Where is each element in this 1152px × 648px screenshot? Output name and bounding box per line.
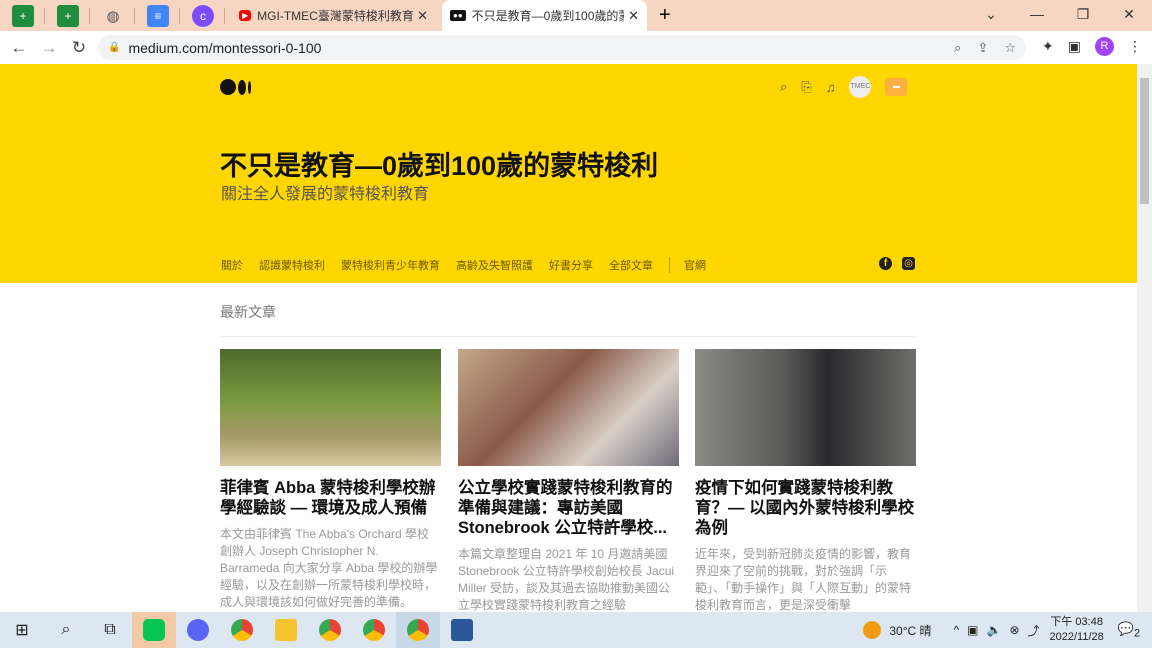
nav-website[interactable]: 官網 <box>684 257 706 273</box>
url-input[interactable]: 🔒 medium.com/montessori-0-100 ⌕ ⇪ ☆ <box>98 35 1026 60</box>
nav-about[interactable]: 關於 <box>221 257 243 273</box>
clock[interactable]: 下午 03:48 2022/11/28 <box>1050 615 1104 645</box>
share-icon[interactable]: ⇪ <box>977 40 988 56</box>
restore-button[interactable]: ❐ <box>1060 0 1106 31</box>
globe-tab-icon[interactable]: ◍ <box>102 5 124 27</box>
lock-icon: 🔒 <box>108 42 121 53</box>
canva-tab-icon[interactable]: c <box>192 4 214 27</box>
facebook-icon[interactable]: f <box>879 257 892 270</box>
extensions-icon[interactable]: ✦ <box>1042 38 1054 55</box>
notification-center-icon[interactable]: 💬2 <box>1118 621 1140 640</box>
nav-youth[interactable]: 蒙特梭利青少年教育 <box>341 257 440 273</box>
tab-bar: + + ◍ ≡ c ▶MGI-TMEC臺灣蒙特梭利教育基金會✕ ●●不只是教育—… <box>0 0 1152 31</box>
taskbar: ⊞ ⌕ ⧉ 30°C 晴 ^ ▣ 🔈 ⊗ ⤴ 下午 03:48 2022/11/2… <box>0 612 1152 648</box>
task-view-button[interactable]: ⧉ <box>88 612 132 648</box>
page-title: 不只是教育—0歲到100歲的蒙特梭利 <box>220 151 659 181</box>
input-method-icon[interactable]: ⤴ <box>1028 622 1040 639</box>
close-window-button[interactable]: ✕ <box>1106 0 1152 31</box>
zoom-icon[interactable]: ⌕ <box>954 40 961 56</box>
search-icon[interactable]: ⌕ <box>780 79 787 95</box>
minimize-button[interactable]: — <box>1014 0 1060 31</box>
weather-text[interactable]: 30°C 晴 <box>889 622 931 639</box>
article-title[interactable]: 疫情下如何實踐蒙特梭利教育？— 以國內外蒙特梭利學校為例 <box>695 478 916 538</box>
article-image[interactable] <box>458 349 679 466</box>
address-bar-row: ← → ↻ 🔒 medium.com/montessori-0-100 ⌕ ⇪ ☆ ✦… <box>0 31 1152 64</box>
divider <box>669 257 670 273</box>
chrome-app[interactable] <box>220 612 264 648</box>
page-content: ⌕ ⎘ ♫ TMEC ▬ 不只是教育—0歲到100歲的蒙特梭利 關注全人發展的蒙… <box>0 64 1137 612</box>
sheets-tab-icon[interactable]: + <box>12 4 34 27</box>
url-text: medium.com/montessori-0-100 <box>128 39 322 56</box>
volume-icon[interactable]: 🔈 <box>987 623 1002 637</box>
chrome-app-3[interactable] <box>352 612 396 648</box>
article-description: 本文由菲律賓 The Abba's Orchard 學校創辦人 Joseph C… <box>220 527 438 609</box>
user-avatar[interactable]: ▬ <box>885 78 908 96</box>
nav-all[interactable]: 全部文章 <box>609 257 653 273</box>
article-title[interactable]: 菲律賓 Abba 蒙特梭利學校辦學經驗談 — 環境及成人預備 <box>220 478 441 518</box>
notifications-icon[interactable]: ♫ <box>826 80 836 95</box>
weather-icon <box>863 621 882 639</box>
word-app[interactable] <box>440 612 484 648</box>
date: 2022/11/28 <box>1049 631 1104 643</box>
article-description: 本篇文章整理自 2021 年 10 月邀請美國 Stonebrook 公立特許學… <box>458 547 675 612</box>
medium-icon: ●● <box>450 10 466 21</box>
bookmark-star-icon[interactable]: ☆ <box>1004 40 1016 56</box>
search-button[interactable]: ⌕ <box>44 612 88 648</box>
back-button[interactable]: ← <box>4 38 34 58</box>
page-subtitle: 關注全人發展的蒙特梭利教育 <box>221 186 430 203</box>
close-tab-icon[interactable]: ✕ <box>417 8 428 24</box>
network-icon[interactable]: ▣ <box>967 623 978 637</box>
tab-title: MGI-TMEC臺灣蒙特梭利教育基金會 <box>257 9 414 23</box>
article-description: 近年來，受到新冠肺炎疫情的影響，教育界迎來了空前的挑戰，對於強調「示範」、「動手… <box>695 547 912 612</box>
notification-count: 2 <box>1133 627 1140 640</box>
scrollbar-thumb[interactable] <box>1140 78 1149 204</box>
publication-avatar[interactable]: TMEC <box>849 76 872 98</box>
nav-elderly[interactable]: 高齡及失智照護 <box>456 257 533 273</box>
profile-avatar[interactable]: R <box>1095 37 1114 56</box>
article-image[interactable] <box>220 349 441 466</box>
line-app[interactable] <box>132 612 176 648</box>
section-title: 最新文章 <box>220 302 917 337</box>
article-image[interactable] <box>695 349 916 466</box>
file-explorer-app[interactable] <box>264 612 308 648</box>
article-title[interactable]: 公立學校實踐蒙特梭利教育的準備與建議：專訪美國 Stonebrook 公立特許學… <box>458 478 679 538</box>
article-card[interactable]: 公立學校實踐蒙特梭利教育的準備與建議：專訪美國 Stonebrook 公立特許學… <box>458 349 679 612</box>
forward-button[interactable]: → <box>34 38 64 58</box>
time: 下午 03:48 <box>1050 616 1103 628</box>
reload-button[interactable]: ↻ <box>64 38 94 58</box>
nav-books[interactable]: 好書分享 <box>549 257 593 273</box>
side-panel-icon[interactable]: ▣ <box>1068 38 1081 55</box>
discord-app[interactable] <box>176 612 220 648</box>
tab-search-icon[interactable]: ⌄ <box>968 0 1014 31</box>
article-card[interactable]: 疫情下如何實踐蒙特梭利教育？— 以國內外蒙特梭利學校為例 近年來，受到新冠肺炎疫… <box>695 349 916 612</box>
publication-header: ⌕ ⎘ ♫ TMEC ▬ 不只是教育—0歲到100歲的蒙特梭利 關注全人發展的蒙… <box>0 64 1137 283</box>
scrollbar[interactable] <box>1137 64 1152 612</box>
chrome-app-2[interactable] <box>308 612 352 648</box>
status-x-icon[interactable]: ⊗ <box>1009 623 1019 637</box>
menu-icon[interactable]: ⋮ <box>1128 38 1142 55</box>
nav-montessori[interactable]: 認識蒙特梭利 <box>259 257 325 273</box>
chrome-app-active[interactable] <box>396 612 440 648</box>
close-tab-icon[interactable]: ✕ <box>628 8 639 24</box>
tab-title: 不只是教育—0歲到100歲的蒙特梭利 <box>471 9 624 23</box>
article-card[interactable]: 菲律賓 Abba 蒙特梭利學校辦學經驗談 — 環境及成人預備 本文由菲律賓 Th… <box>220 349 441 611</box>
youtube-icon: ▶ <box>239 10 252 21</box>
sheets-tab-icon-2[interactable]: + <box>57 4 79 27</box>
tab-youtube[interactable]: ▶ MGI-TMEC臺灣蒙特梭利教育基金會✕ <box>231 0 436 31</box>
new-tab-button[interactable]: + <box>659 4 671 27</box>
start-button[interactable]: ⊞ <box>0 612 44 648</box>
bookmarks-icon[interactable]: ⎘ <box>801 79 811 95</box>
medium-logo[interactable] <box>220 79 251 95</box>
instagram-icon[interactable]: ◎ <box>902 257 915 270</box>
show-hidden-icons[interactable]: ^ <box>954 623 960 637</box>
docs-tab-icon[interactable]: ≡ <box>147 4 169 27</box>
publication-nav: 關於 認識蒙特梭利 蒙特梭利青少年教育 高齡及失智照護 好書分享 全部文章 官網 <box>221 257 722 273</box>
tab-medium[interactable]: ●● 不只是教育—0歲到100歲的蒙特梭利 ✕ <box>442 0 647 31</box>
